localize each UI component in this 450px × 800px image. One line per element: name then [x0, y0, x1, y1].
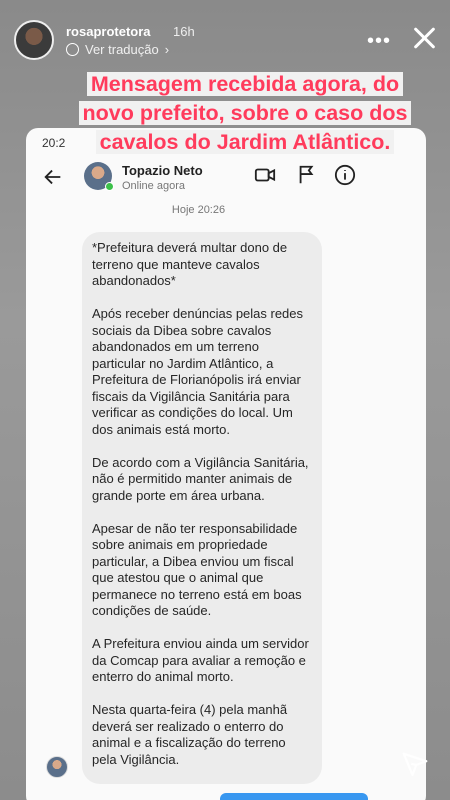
message-bubble: *Prefeitura deverá multar dono de terren… [82, 232, 322, 784]
globe-icon [66, 43, 79, 56]
translate-link[interactable]: Ver tradução › [66, 42, 169, 57]
message-paragraph: *Prefeitura deverá multar dono de terren… [92, 240, 288, 288]
info-icon[interactable] [334, 164, 356, 186]
arrow-left-icon[interactable] [42, 166, 64, 195]
chat-header: Topazio Neto Online agora [26, 158, 426, 210]
story-caption: Mensagem recebida agora, do novo prefeit… [60, 70, 430, 157]
profile-avatar[interactable] [14, 20, 54, 60]
caption-line: Mensagem recebida agora, do [86, 72, 404, 96]
more-options-icon[interactable]: ••• [367, 30, 391, 53]
message-date-label: Hoje 20:26 [171, 204, 226, 216]
message-paragraph: A Prefeitura enviou ainda um servidor da… [92, 636, 309, 684]
translate-label: Ver tradução [85, 42, 159, 57]
online-indicator [105, 182, 114, 191]
caption-line: novo prefeito, sobre o caso dos [78, 101, 412, 125]
caption-line: cavalos do Jardim Atlântico. [95, 130, 395, 154]
chat-screenshot: 20:2 Topazio Neto Online agora Hoje 20:2… [26, 128, 426, 800]
reply-bar[interactable] [220, 793, 368, 800]
video-call-icon[interactable] [254, 164, 276, 186]
chevron-right-icon: › [164, 42, 170, 57]
close-icon[interactable] [410, 24, 438, 52]
flag-icon[interactable] [296, 164, 318, 186]
story-username[interactable]: rosaprotetora [66, 24, 151, 39]
story-header: rosaprotetora 16h Ver tradução › ••• [0, 0, 450, 80]
message-paragraph: Nesta quarta-feira (4) pela manhã deverá… [92, 702, 288, 767]
message-paragraph: Apesar de não ter responsabilidade sobre… [92, 520, 302, 619]
contact-status: Online agora [122, 180, 185, 192]
contact-name[interactable]: Topazio Neto [122, 163, 203, 178]
sender-avatar [46, 756, 68, 778]
message-paragraph: De acordo com a Vigilância Sanitária, nã… [92, 454, 309, 503]
message-paragraph: Após receber denúncias pelas redes socia… [92, 306, 304, 437]
send-icon[interactable] [400, 750, 430, 780]
story-time-ago: 16h [173, 24, 195, 39]
